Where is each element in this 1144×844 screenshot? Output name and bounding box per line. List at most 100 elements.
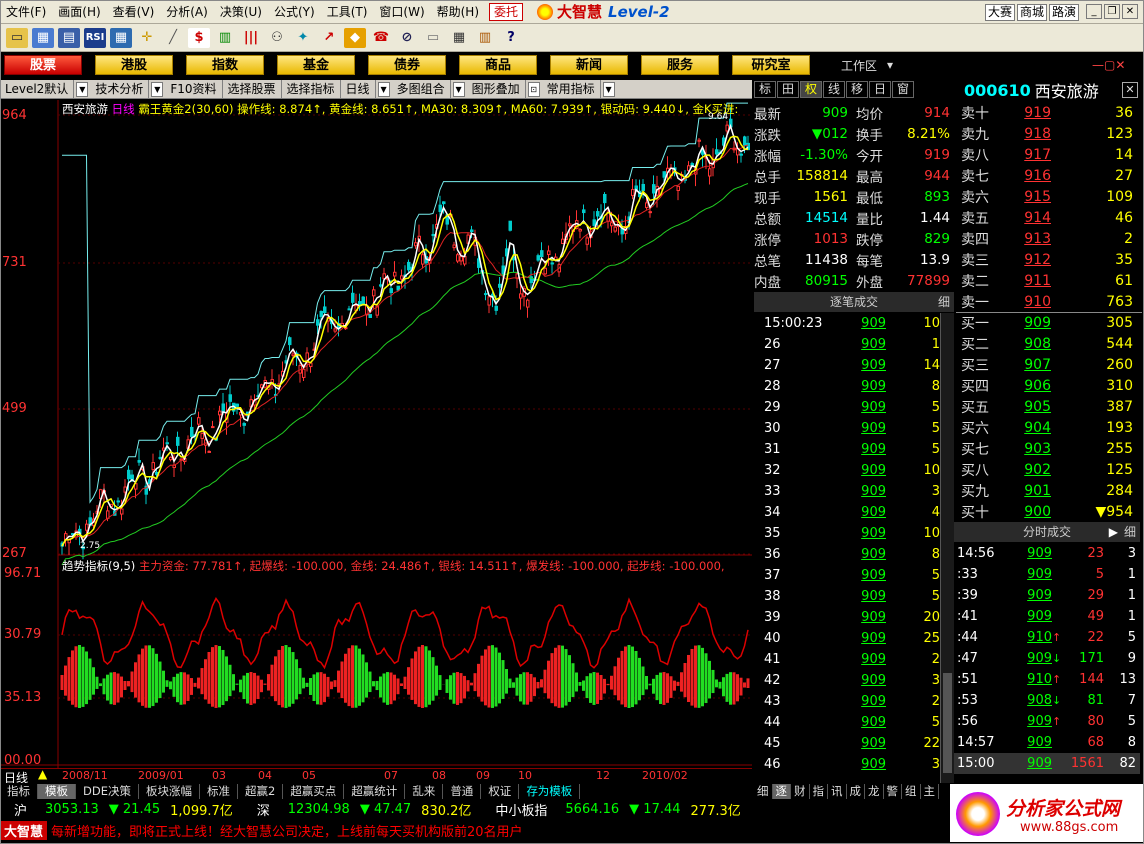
bid-row[interactable]: 买二 908 544 [956,333,1142,354]
menu-view-screen[interactable]: 画面(H) [52,1,106,23]
workzone-label[interactable]: 工作区 [841,57,877,74]
btab-super-stat[interactable]: 超赢统计 [344,783,406,799]
phone-icon[interactable]: ☎ [370,27,392,48]
contest-button[interactable]: 大赛 [985,4,1016,21]
chart-icon[interactable]: ▦ [32,27,54,48]
chevron-down-icon[interactable]: ▼ [452,81,465,97]
btab-save-template[interactable]: 存为模板 [519,783,581,799]
tab-rights[interactable]: 权 [800,81,822,98]
mall-button[interactable]: 商城 [1017,4,1048,21]
tab-day[interactable]: 日 [869,81,891,98]
play-icon[interactable]: ▶ [1109,522,1118,542]
cat-fund[interactable]: 基金 [277,55,355,75]
chevron-down-icon[interactable]: ▼ [151,81,164,97]
rbtab[interactable]: 龙 [865,783,884,799]
subtab-common-indicator[interactable]: 常用指标 [542,80,601,98]
rbtab[interactable]: 指 [810,783,828,799]
cat-bond[interactable]: 债券 [368,55,446,75]
window-controls-icon[interactable]: —▢✕ [1092,58,1125,72]
ask-row[interactable]: 卖一 910 763 [956,291,1142,312]
bid-row[interactable]: 买十 900 ▼954 [956,501,1142,522]
bid-row[interactable]: 买三 907 260 [956,354,1142,375]
ask-row[interactable]: 卖三 912 35 [956,249,1142,270]
table-icon[interactable]: ▤ [58,27,80,48]
bid-row[interactable]: 买四 906 310 [956,375,1142,396]
ask-row[interactable]: 卖八 917 14 [956,144,1142,165]
min-detail-button[interactable]: 细 [1124,522,1136,542]
menu-formula[interactable]: 公式(Y) [268,1,321,23]
btab-indicator[interactable]: 指标 [0,783,38,799]
menu-help[interactable]: 帮助(H) [431,1,485,23]
binoculars-icon[interactable]: ⚇ [266,27,288,48]
chevron-down-icon[interactable]: ▼ [377,81,390,97]
restore-icon[interactable]: ❐ [1104,4,1120,19]
help-icon[interactable]: ? [500,27,522,48]
alert-icon[interactable]: ✦ [292,27,314,48]
btab-sector[interactable]: 板块涨幅 [139,783,200,799]
tab-grid[interactable]: 田 [777,81,799,98]
subtab-select-indicator[interactable]: 选择指标 [282,80,341,98]
roadshow-button[interactable]: 路演 [1049,4,1080,21]
btab-super2[interactable]: 超赢2 [238,783,284,799]
news-text[interactable]: 每新增功能，即将正式上线！经大智慧公司决定，上线前每天买机构版前20名用户 [51,821,523,840]
tab-mark[interactable]: 标 [754,81,776,98]
menu-tools[interactable]: 工具(T) [321,1,374,23]
menu-analysis[interactable]: 分析(A) [160,1,214,23]
stripes-icon[interactable]: ||| [240,27,262,48]
crosshair-icon[interactable]: ✛ [136,27,158,48]
subtab-select-stock[interactable]: 选择股票 [223,80,282,98]
bid-row[interactable]: 买九 901 284 [956,480,1142,501]
btab-template[interactable]: 模板 [38,783,76,799]
subtab-level2-default[interactable]: Level2默认 [0,80,75,98]
btab-warrant[interactable]: 权证 [481,783,520,799]
cat-service[interactable]: 服务 [641,55,719,75]
bid-row[interactable]: 买一 909 305 [956,312,1142,333]
ask-row[interactable]: 卖二 911 61 [956,270,1142,291]
triangle-up-icon[interactable]: ▲ [38,767,47,781]
books-icon[interactable]: ▥ [474,27,496,48]
scrollbar-thumb[interactable] [943,673,952,773]
calc-icon[interactable]: ▦ [448,27,470,48]
close-icon[interactable]: ✕ [1122,82,1138,98]
entrust-button[interactable]: 委托 [489,2,524,21]
subtab-daily[interactable]: 日线 [341,80,376,98]
bid-row[interactable]: 买六 904 193 [956,417,1142,438]
bars-icon[interactable]: ▥ [214,27,236,48]
cat-hk[interactable]: 港股 [95,55,173,75]
rbtab[interactable]: 财 [791,783,810,799]
grid-icon[interactable]: ▦ [110,27,132,48]
rbtab[interactable]: 逐 [772,783,791,799]
ask-row[interactable]: 卖九 918 123 [956,123,1142,144]
tab-move[interactable]: 移 [846,81,868,98]
btab-standard[interactable]: 标准 [200,783,238,799]
ask-row[interactable]: 卖四 913 2 [956,228,1142,249]
subtab-overlay[interactable]: 图形叠加 [467,80,526,98]
diamond-icon[interactable]: ◆ [344,27,366,48]
chevron-down-icon[interactable]: ▼ [602,81,615,97]
globe-icon[interactable]: ⊘ [396,27,418,48]
bid-row[interactable]: 买五 905 387 [956,396,1142,417]
rbtab[interactable]: 细 [754,783,773,799]
cat-index[interactable]: 指数 [186,55,264,75]
doc-icon[interactable]: ▭ [422,27,444,48]
rbtab[interactable]: 成 [847,783,865,799]
chevron-down-icon[interactable]: ▼ [76,81,89,97]
btab-normal[interactable]: 普通 [443,783,482,799]
btab-super-buy[interactable]: 超赢买点 [283,783,345,799]
menu-window[interactable]: 窗口(W) [373,1,430,23]
tab-line[interactable]: 线 [823,81,845,98]
bid-row[interactable]: 买七 903 255 [956,438,1142,459]
rsi-icon[interactable]: RSI [84,27,106,48]
trend-icon[interactable]: ↗ [318,27,340,48]
menu-view[interactable]: 查看(V) [107,1,161,23]
workzone-dropdown-icon[interactable]: ▾ [887,58,893,72]
tick-scrollbar[interactable] [940,313,954,783]
subtab-multi-chart[interactable]: 多图组合 [392,80,451,98]
rbtab[interactable]: 警 [884,783,902,799]
lock-icon[interactable]: ⊡ [527,81,540,97]
bid-row[interactable]: 买八 902 125 [956,459,1142,480]
kline-chart-svg[interactable] [0,100,752,768]
rbtab[interactable]: 讯 [828,783,847,799]
cat-research[interactable]: 研究室 [732,55,810,75]
close-icon[interactable]: ✕ [1122,4,1138,19]
